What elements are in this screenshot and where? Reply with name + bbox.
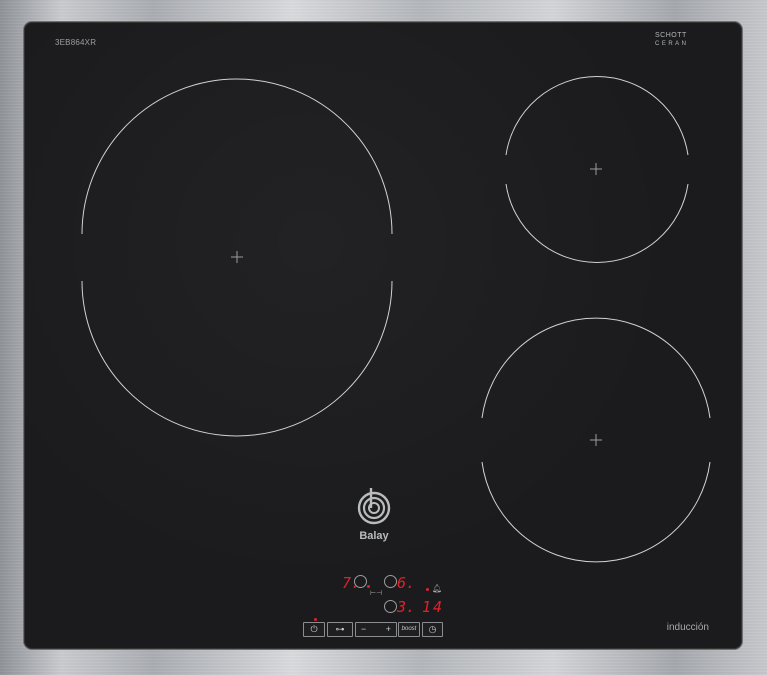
power-button[interactable]: ⏻ — [303, 622, 325, 637]
boost-label: boost — [401, 626, 417, 632]
zone-select-third-button[interactable] — [384, 600, 397, 613]
boost-button[interactable]: boost — [398, 622, 420, 637]
control-panel: 7. ⊢⊣ 6. 🔔︎ 3. 14 — [24, 22, 742, 649]
timer-display: 14 — [422, 598, 445, 616]
power-icon: ⏻ — [310, 624, 318, 634]
ceramic-glass-cooktop: 3EB864XR SCHOTT CERAN Balay 7. ⊢⊣ 6. 🔔︎ … — [24, 22, 742, 649]
bell-icon: 🔔︎ — [432, 584, 443, 593]
zone-third-level-display: 3. — [397, 598, 416, 616]
child-lock-button[interactable]: ⊶ — [327, 622, 353, 637]
induction-label: inducción — [666, 622, 709, 633]
power-indicator-dot — [314, 618, 317, 621]
pan-size-icon: ⊢⊣ — [370, 590, 383, 597]
timer-icon: ◷ — [428, 624, 437, 634]
plus-icon: + — [385, 624, 391, 634]
power-level-slider[interactable]: − + — [355, 622, 397, 637]
timer-button[interactable]: ◷ — [422, 622, 443, 637]
key-lock-icon: ⊶ — [335, 624, 345, 634]
timer-indicator-dot — [426, 588, 429, 591]
zone-right-level-display: 6. — [397, 574, 416, 592]
minus-icon: − — [361, 624, 367, 634]
zone-select-right-button[interactable] — [384, 575, 397, 588]
zone-select-left-button[interactable] — [354, 575, 367, 588]
zone-active-indicator — [367, 585, 370, 588]
